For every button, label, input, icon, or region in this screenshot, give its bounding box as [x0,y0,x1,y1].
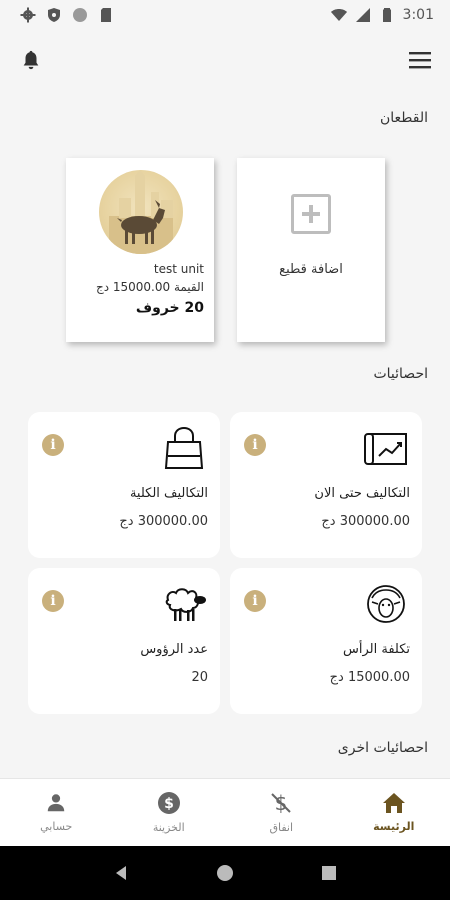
status-bar: 3:01 [0,0,450,30]
nav-label-treasury: الخزينة [152,821,185,834]
stat-card-total-costs[interactable]: i التكاليف الكلية 300000.00 دج [28,412,220,558]
stat-value: 300000.00 دج [321,514,410,529]
circle-icon [73,8,87,22]
nav-item-account[interactable]: حسابي [0,779,113,846]
add-unit-card[interactable]: اضافة قطيع [237,158,385,342]
stat-card-cost-per-head[interactable]: i تكلفة الرأس 15000.00 دج [230,568,422,714]
goat-avatar-icon [99,170,183,254]
stat-label: عدد الرؤوس [140,642,208,657]
nav-item-spending[interactable]: $ انفاق [225,779,338,846]
status-right: 3:01 [330,7,434,23]
stat-card-costs-so-far[interactable]: i التكاليف حتى الان 300000.00 دج [230,412,422,558]
status-time: 3:01 [402,7,434,23]
stat-label: تكلفة الرأس [342,642,410,657]
status-left [20,7,114,23]
menu-icon[interactable] [408,50,432,70]
unit-price: القيمة 15000.00 دج [95,280,204,294]
nav-label-spending: انفاق [269,821,294,834]
gear-icon [20,7,36,23]
info-icon[interactable]: i [42,434,64,456]
stat-value: 20 [191,670,208,685]
notification-bell-icon[interactable] [20,49,42,71]
other-stats-section-title: احصائيات اخرى [337,740,428,756]
battery-icon [382,8,391,22]
stats-section-title: احصائيات [373,366,428,382]
stat-value: 15000.00 دج [329,670,410,685]
stat-label: التكاليف حتى الان [314,486,410,501]
sd-card-icon [101,8,111,22]
unit-count: 20 خروف [135,300,204,316]
nav-label-home: الرئيسة [373,820,415,833]
svg-text:$: $ [164,796,174,812]
shield-icon [48,8,60,22]
home-button-icon[interactable] [216,864,234,882]
unit-name: test unit [153,262,204,276]
nav-label-account: حسابي [40,820,73,833]
stat-card-head-count[interactable]: i عدد الرؤوس 20 [28,568,220,714]
nav-item-treasury[interactable]: $ الخزينة [113,779,226,846]
person-icon [48,794,65,812]
home-icon [382,793,405,813]
chart-icon [364,433,407,465]
recents-icon[interactable] [321,865,337,881]
nav-item-home[interactable]: الرئيسة [338,779,450,846]
unit-card[interactable]: test unit القيمة 15000.00 دج 20 خروف [66,158,214,342]
stat-value: 300000.00 دج [119,514,208,529]
info-icon[interactable]: i [42,590,64,612]
sheep-icon [165,588,206,621]
info-icon[interactable]: i [244,434,266,456]
dollar-off-icon: $ [271,791,291,815]
signal-icon [355,8,370,22]
info-icon[interactable]: i [244,590,266,612]
app-bar [0,38,450,82]
add-unit-label: اضافة قطيع [279,262,343,277]
units-section-title: القطعان [379,110,428,126]
sheep-head-icon [367,585,405,623]
bag-icon [164,426,204,469]
back-icon[interactable] [113,865,129,881]
coin-icon: $ [157,792,180,814]
system-nav-bar [0,846,450,900]
add-icon [291,194,331,234]
wifi-icon [330,9,347,21]
bottom-nav: حسابي $ الخزينة $ انفاق الرئيسة [0,778,450,846]
stat-label: التكاليف الكلية [129,486,208,501]
